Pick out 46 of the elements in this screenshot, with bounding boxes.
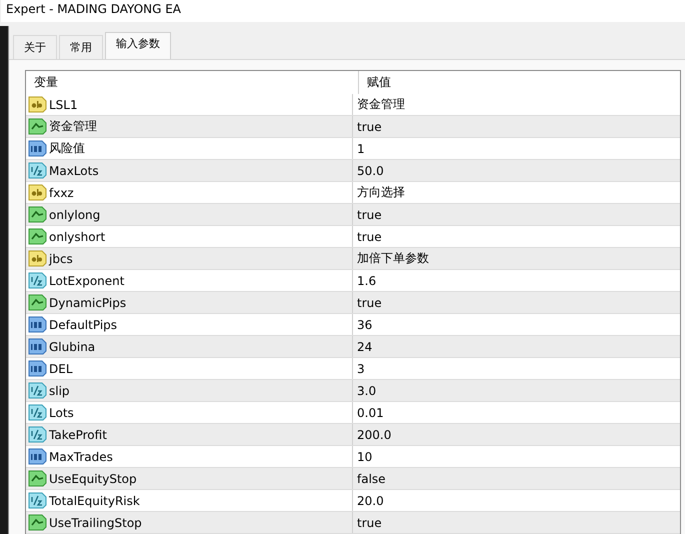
parameter-value: 24 (357, 340, 372, 354)
column-header: 赋值 (366, 74, 392, 91)
parameter-value: 方向选择 (357, 185, 405, 199)
parameter-value: 50.0 (357, 164, 384, 178)
parameter-name: onlyshort (49, 230, 106, 244)
parameter-name: UseTrailingStop (49, 516, 142, 530)
parameter-value: true (357, 296, 382, 310)
parameter-value: true (357, 120, 382, 134)
tab[interactable]: 关于 (13, 35, 57, 59)
parameter-name: 风险值 (49, 140, 85, 157)
parameter-value: true (357, 516, 382, 530)
parameter-value: 36 (357, 318, 372, 332)
parameter-name: DynamicPips (49, 296, 126, 310)
parameter-value: 3 (357, 362, 365, 376)
parameter-value: 加倍下单参数 (357, 251, 429, 265)
parameter-name: MaxLots (49, 164, 99, 178)
parameter-value: true (357, 208, 382, 222)
parameter-name: DEL (49, 362, 73, 376)
parameter-value: 1.6 (357, 274, 376, 288)
parameter-name: TakeProfit (49, 428, 107, 442)
parameter-name: slip (49, 384, 70, 398)
column-header: 变量 (26, 71, 359, 94)
parameter-value: 200.0 (357, 428, 392, 442)
parameter-name: UseEquityStop (49, 472, 137, 486)
parameter-value: 0.01 (357, 406, 384, 420)
parameter-name: fxxz (49, 186, 74, 200)
window-title: Expert - MADING DAYONG EA (1, 0, 685, 22)
parameter-name: LotExponent (49, 274, 124, 288)
parameter-name: LSL1 (49, 98, 78, 112)
parameter-name: Glubina (49, 340, 96, 354)
parameter-value: 1 (357, 142, 365, 156)
parameter-name: jbcs (49, 252, 73, 266)
parameter-value: 10 (357, 450, 372, 464)
parameter-name: MaxTrades (49, 450, 113, 464)
parameter-name: onlylong (49, 208, 100, 222)
tab[interactable]: 输入参数 (105, 32, 171, 59)
parameter-name: TotalEquityRisk (49, 494, 140, 508)
parameter-name: Lots (49, 406, 74, 420)
parameter-value: true (357, 230, 382, 244)
parameter-value: 3.0 (357, 384, 376, 398)
parameter-value: 20.0 (357, 494, 384, 508)
parameter-value: 资金管理 (357, 97, 405, 111)
tab[interactable]: 常用 (59, 35, 103, 59)
parameter-name: DefaultPips (49, 318, 118, 332)
parameter-name: 资金管理 (49, 118, 97, 135)
parameter-value: false (357, 472, 386, 486)
